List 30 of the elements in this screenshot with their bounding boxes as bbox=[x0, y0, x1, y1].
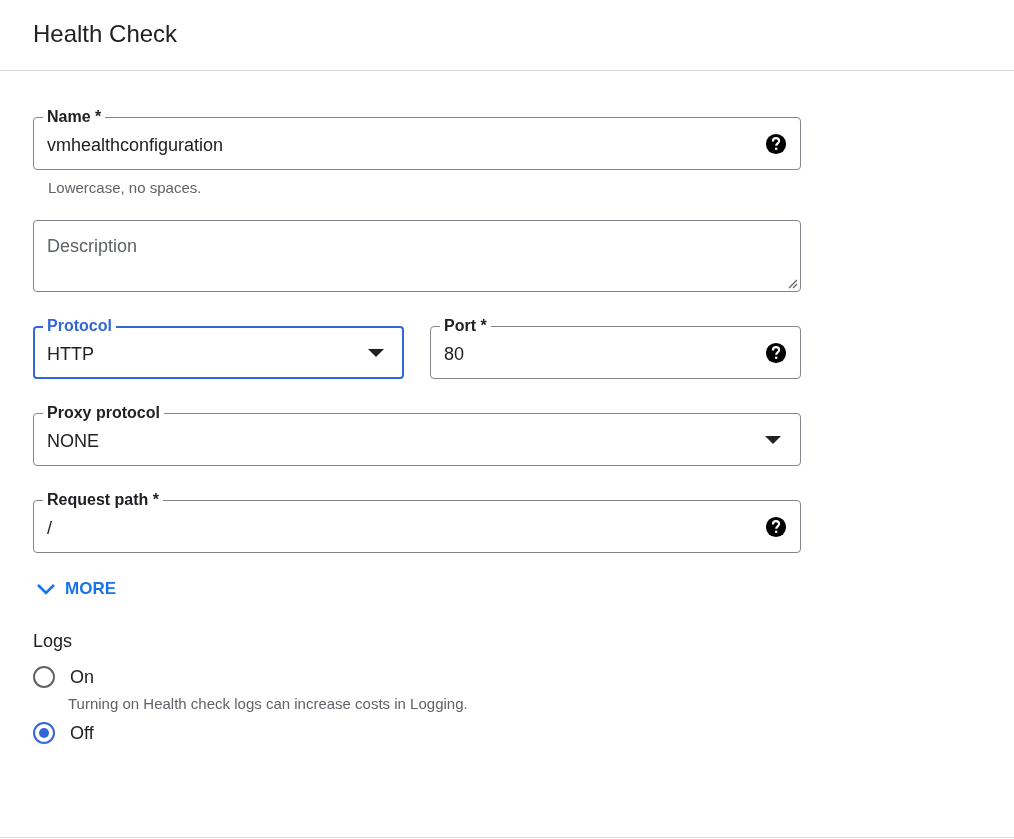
more-toggle[interactable]: MORE bbox=[33, 577, 116, 601]
field-value: 80 bbox=[444, 343, 466, 365]
help-icon[interactable] bbox=[765, 132, 787, 155]
radio-label: On bbox=[70, 666, 94, 688]
radio-note: Turning on Health check logs can increase costs in Logging. bbox=[68, 695, 469, 712]
caret-icon bbox=[368, 348, 384, 357]
field-value: vmhealthconfiguration bbox=[47, 134, 225, 156]
radio-button[interactable] bbox=[33, 722, 55, 744]
dropdown-field[interactable]: Protocol HTTP bbox=[33, 316, 404, 379]
resize-handle-icon[interactable] bbox=[788, 279, 798, 289]
section-title: Logs bbox=[33, 631, 74, 652]
field-value: NONE bbox=[47, 430, 100, 452]
input-field[interactable]: Name * vmhealthconfiguration bbox=[33, 107, 801, 170]
placeholder-text: Description bbox=[47, 236, 138, 257]
chevron-icon bbox=[36, 583, 56, 595]
radio-button[interactable] bbox=[33, 666, 55, 688]
caret-icon bbox=[765, 435, 781, 444]
help-icon[interactable] bbox=[765, 341, 787, 364]
dropdown-field[interactable]: Proxy protocol NONE bbox=[33, 403, 801, 466]
field-value: / bbox=[47, 517, 53, 539]
description-textarea[interactable]: Description bbox=[33, 220, 801, 292]
field-label: Proxy protocol bbox=[43, 404, 164, 422]
input-field[interactable]: Request path * / bbox=[33, 490, 801, 553]
field-label: Request path * bbox=[43, 491, 163, 509]
hint-text: Lowercase, no spaces. bbox=[48, 179, 203, 196]
help-icon[interactable] bbox=[765, 515, 787, 538]
input-field[interactable]: Port * 80 bbox=[430, 316, 801, 379]
field-value: HTTP bbox=[47, 343, 95, 365]
page-title: Health Check bbox=[33, 19, 178, 48]
radio-label: Off bbox=[70, 722, 94, 744]
